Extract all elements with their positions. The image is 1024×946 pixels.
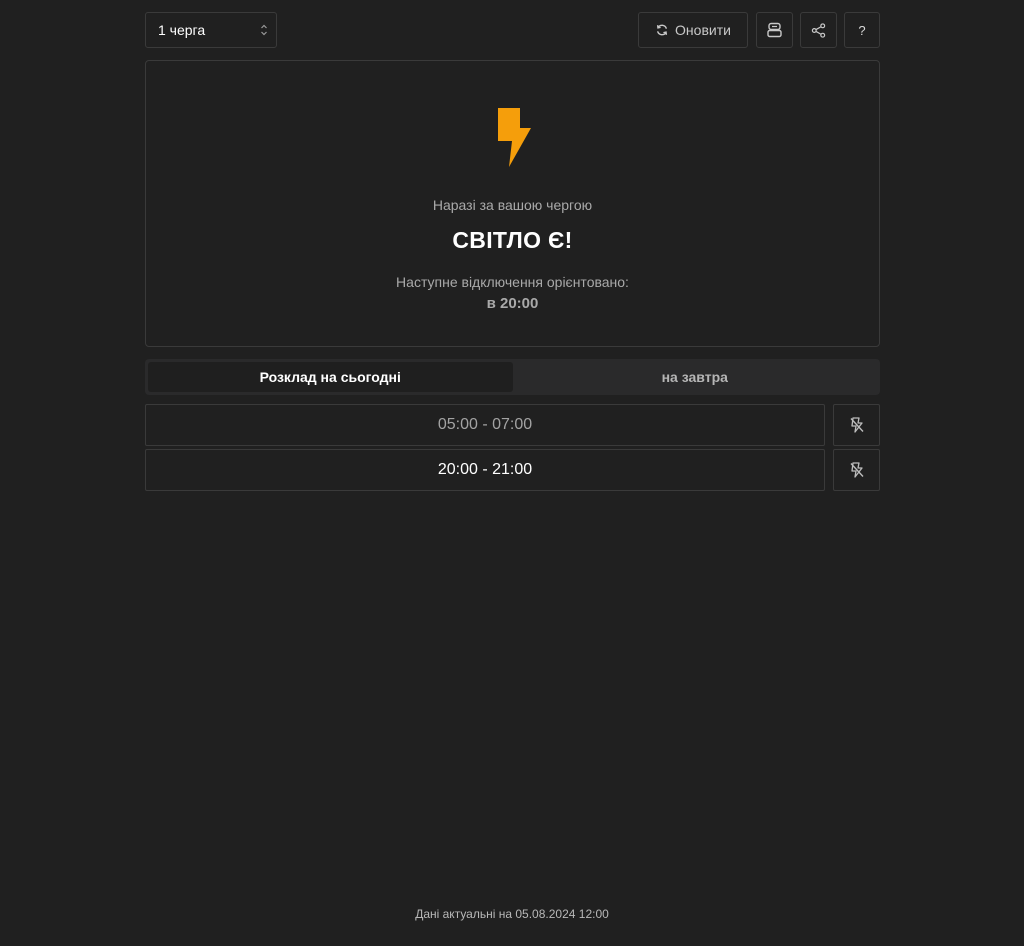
next-outage-label: Наступне відключення орієнтовано: xyxy=(396,274,629,290)
no-power-icon xyxy=(849,462,864,478)
outage-toggle-button[interactable] xyxy=(833,449,880,491)
data-updated-footer: Дані актуальні на 05.08.2024 12:00 xyxy=(415,907,609,921)
schedule-tabs: Розклад на сьогодні на завтра xyxy=(145,359,880,395)
schedule-time-slot: 20:00 - 21:00 xyxy=(145,449,825,491)
main-container: 1 черга Оновити ? Наразі за вашою чергою… xyxy=(145,12,880,491)
schedule-time-text: 05:00 - 07:00 xyxy=(437,416,533,433)
tab-tomorrow-label: на завтра xyxy=(661,369,728,385)
robot-icon xyxy=(767,22,782,38)
outage-toggle-button[interactable] xyxy=(833,404,880,446)
schedule-row: 20:00 - 21:00 xyxy=(145,449,880,491)
bot-button[interactable] xyxy=(756,12,793,48)
refresh-icon xyxy=(656,24,668,36)
tab-tomorrow[interactable]: на завтра xyxy=(513,362,878,392)
share-button[interactable] xyxy=(800,12,837,48)
help-button[interactable]: ? xyxy=(844,12,880,48)
next-outage-time: в 20:00 xyxy=(486,295,539,312)
queue-select[interactable]: 1 черга xyxy=(145,12,277,48)
help-label: ? xyxy=(858,22,866,38)
top-bar: 1 черга Оновити ? xyxy=(145,12,880,48)
no-power-icon xyxy=(849,417,864,433)
status-headline: СВІТЛО Є! xyxy=(452,227,573,253)
tab-today[interactable]: Розклад на сьогодні xyxy=(148,362,513,392)
tab-today-label: Розклад на сьогодні xyxy=(259,369,401,385)
schedule-time-text: 20:00 - 21:00 xyxy=(437,461,533,478)
queue-select-value: 1 черга xyxy=(158,22,206,38)
refresh-button[interactable]: Оновити xyxy=(638,12,748,48)
lightning-bolt-icon xyxy=(498,108,531,167)
status-card: Наразі за вашою чергою СВІТЛО Є! Наступн… xyxy=(145,60,880,347)
select-chevrons-icon xyxy=(261,24,267,36)
share-icon xyxy=(811,22,826,38)
schedule-time-slot: 05:00 - 07:00 xyxy=(145,404,825,446)
status-intro: Наразі за вашою чергою xyxy=(432,197,593,213)
refresh-label: Оновити xyxy=(675,22,731,38)
schedule-row: 05:00 - 07:00 xyxy=(145,404,880,446)
